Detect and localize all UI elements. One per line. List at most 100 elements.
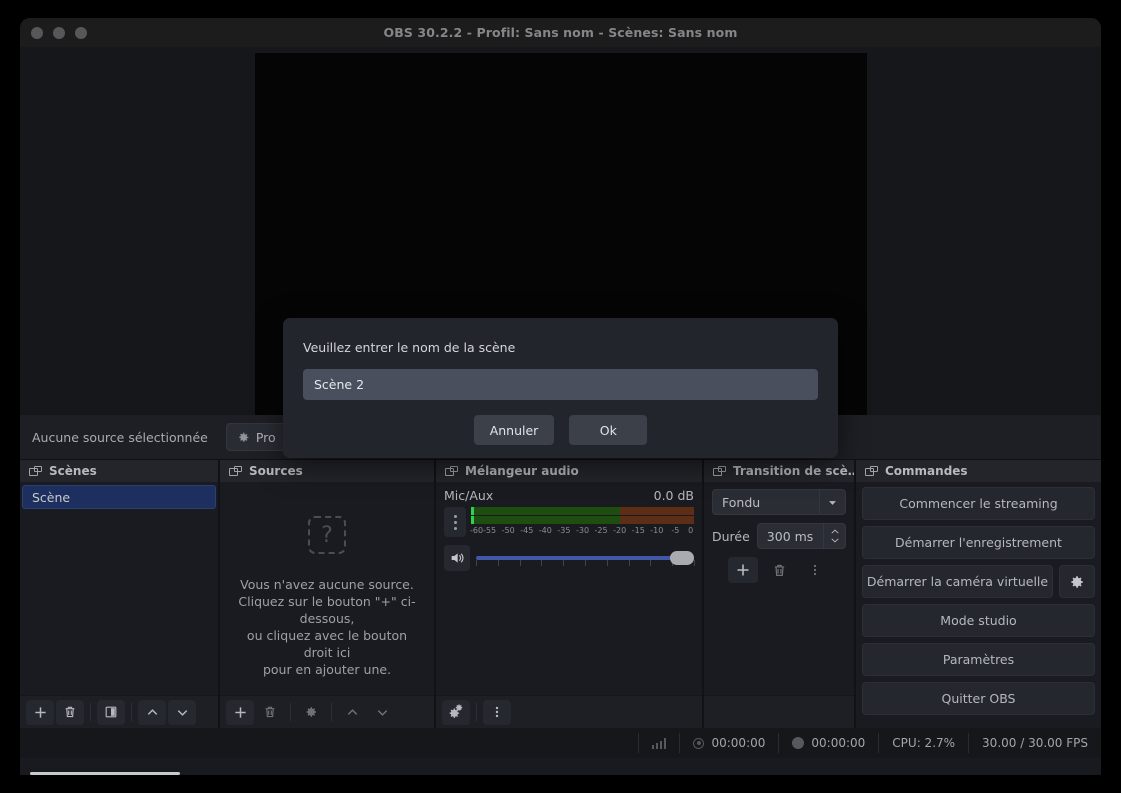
remove-source-button[interactable] [256, 700, 284, 725]
sources-dock-title-label: Sources [249, 464, 303, 478]
dialog-cancel-button[interactable]: Annuler [473, 415, 555, 445]
dialog-prompt-label: Veuillez entrer le nom de la scène [303, 340, 516, 355]
controls-row: Mode studio [862, 604, 1095, 637]
controls-row: Quitter OBS [862, 682, 1095, 715]
settings-label: Paramètres [942, 652, 1015, 667]
scene-transitions-toolbar [704, 695, 854, 728]
fps-status: 30.00 / 30.00 FPS [968, 733, 1101, 753]
audio-mixer-body: Mic/Aux 0.0 dB -60 -55 -50 -45 -40 -35 -… [436, 482, 702, 695]
sources-dock: Sources ? Vous n'avez aucune source. Cli… [220, 460, 436, 728]
transition-menu-button[interactable] [800, 557, 830, 583]
remove-scene-button[interactable] [56, 699, 84, 725]
transition-duration-value: 300 ms [766, 528, 814, 544]
move-scene-down-button[interactable] [168, 699, 196, 725]
scene-name-input[interactable]: Scène 2 [303, 369, 818, 400]
audio-mixer-dock-title: Mélangeur audio [436, 460, 702, 482]
move-source-up-button[interactable] [338, 700, 366, 725]
sources-list[interactable]: ? Vous n'avez aucune source. Cliquez sur… [220, 482, 434, 695]
transition-type-select[interactable]: Fondu [712, 489, 846, 515]
volume-control-line [444, 545, 695, 571]
audio-mixer-dock-title-label: Mélangeur audio [465, 464, 579, 478]
chevron-down-icon[interactable] [819, 490, 845, 514]
controls-button-list: Commencer le streaming Démarrer l'enregi… [856, 482, 1101, 720]
exit-obs-button[interactable]: Quitter OBS [862, 682, 1095, 715]
scene-transitions-dock: Transition de scè… Fondu Durée 300 ms [704, 460, 856, 728]
audio-meter-tick-label: -25 [594, 526, 608, 535]
sources-dock-title: Sources [220, 460, 434, 482]
audio-meter-tick-label: -50 [501, 526, 515, 535]
record-icon [792, 737, 805, 749]
advanced-audio-properties-button[interactable] [442, 699, 470, 725]
audio-meter-tick-label: -20 [613, 526, 627, 535]
dock-window-icon [445, 465, 458, 477]
horizontal-scrollbar[interactable] [30, 772, 180, 775]
cpu-status: CPU: 2.7% [878, 733, 968, 753]
stream-time: 00:00:00 [711, 736, 766, 750]
mute-toggle-button[interactable] [444, 545, 470, 571]
add-source-button[interactable] [226, 699, 254, 725]
toolbar-separator [90, 703, 91, 721]
audio-meter-bar-right [471, 516, 694, 524]
dock-window-icon [713, 465, 726, 477]
scene-list-item[interactable]: Scène [22, 485, 216, 509]
audio-mixer-menu-button[interactable] [483, 699, 511, 725]
move-scene-up-button[interactable] [138, 699, 166, 725]
start-virtual-camera-button[interactable]: Démarrer la caméra virtuelle [862, 565, 1053, 598]
scenes-list[interactable]: Scène [20, 482, 218, 695]
audio-mixer-toolbar [436, 695, 702, 728]
gear-icon [1069, 574, 1085, 590]
add-transition-button[interactable] [728, 557, 758, 583]
source-properties-gear-button[interactable] [297, 700, 325, 725]
dialog-ok-button[interactable]: Ok [569, 415, 648, 445]
controls-row: Démarrer l'enregistrement [862, 526, 1095, 559]
docks-row: Scènes Scène Sources ? Vous n'avez aucun… [20, 460, 1101, 728]
start-streaming-button[interactable]: Commencer le streaming [862, 487, 1095, 520]
stream-status: 00:00:00 [679, 733, 778, 753]
volume-slider-handle[interactable] [670, 551, 694, 565]
controls-dock-title: Commandes [856, 460, 1101, 482]
dialog-cancel-label: Annuler [489, 422, 539, 438]
scene-transitions-dock-title-label: Transition de scè… [733, 464, 854, 478]
virtual-camera-settings-button[interactable] [1059, 565, 1095, 598]
audio-meter-tick-label: -45 [520, 526, 534, 535]
start-virtual-camera-label: Démarrer la caméra virtuelle [866, 574, 1049, 589]
studio-mode-button[interactable]: Mode studio [862, 604, 1095, 637]
audio-meter-tick-label: -10 [650, 526, 664, 535]
scene-name-input-value: Scène 2 [314, 377, 365, 392]
controls-row: Commencer le streaming [862, 487, 1095, 520]
remove-transition-button[interactable] [764, 557, 794, 583]
question-mark-icon: ? [308, 516, 346, 554]
audio-meter-tick-label: -15 [631, 526, 645, 535]
add-scene-button[interactable] [26, 699, 54, 725]
controls-body: Commencer le streaming Démarrer l'enregi… [856, 482, 1101, 728]
start-recording-button[interactable]: Démarrer l'enregistrement [862, 526, 1095, 559]
gear-icon [237, 431, 250, 444]
duration-stepper[interactable] [823, 524, 845, 548]
transition-duration-input[interactable]: 300 ms [756, 523, 846, 549]
start-recording-label: Démarrer l'enregistrement [895, 535, 1062, 550]
broadcast-icon [693, 737, 705, 749]
settings-button[interactable]: Paramètres [862, 643, 1095, 676]
transition-duration-row: Durée 300 ms [712, 523, 846, 549]
scene-list-item-label: Scène [32, 489, 71, 505]
record-time: 00:00:00 [811, 736, 866, 750]
audio-meter-tick-label: -40 [538, 526, 552, 535]
studio-mode-label: Mode studio [940, 613, 1017, 628]
audio-level-meter: -60 -55 -50 -45 -40 -35 -30 -25 -20 -15 -10 -5 0 [470, 507, 694, 538]
scenes-dock: Scènes Scène [20, 460, 220, 728]
scenes-dock-title: Scènes [20, 460, 218, 482]
no-source-selected-label: Aucune source sélectionnée [32, 429, 208, 445]
source-properties-button[interactable]: Pro [225, 423, 287, 451]
transition-buttons-row [712, 557, 846, 583]
move-source-down-button[interactable] [368, 700, 396, 725]
start-streaming-label: Commencer le streaming [899, 496, 1058, 511]
scenes-dock-title-label: Scènes [49, 464, 97, 478]
scene-filters-button[interactable] [97, 699, 125, 725]
controls-row: Paramètres [862, 643, 1095, 676]
window-title: OBS 30.2.2 - Profil: Sans nom - Scènes: … [383, 25, 738, 40]
audio-meter-tick-label: -60 [470, 526, 484, 535]
fps-value: 30.00 / 30.00 FPS [982, 736, 1088, 750]
volume-slider[interactable] [476, 547, 695, 569]
audio-channel-menu-button[interactable] [444, 507, 466, 537]
toolbar-separator [131, 703, 132, 721]
